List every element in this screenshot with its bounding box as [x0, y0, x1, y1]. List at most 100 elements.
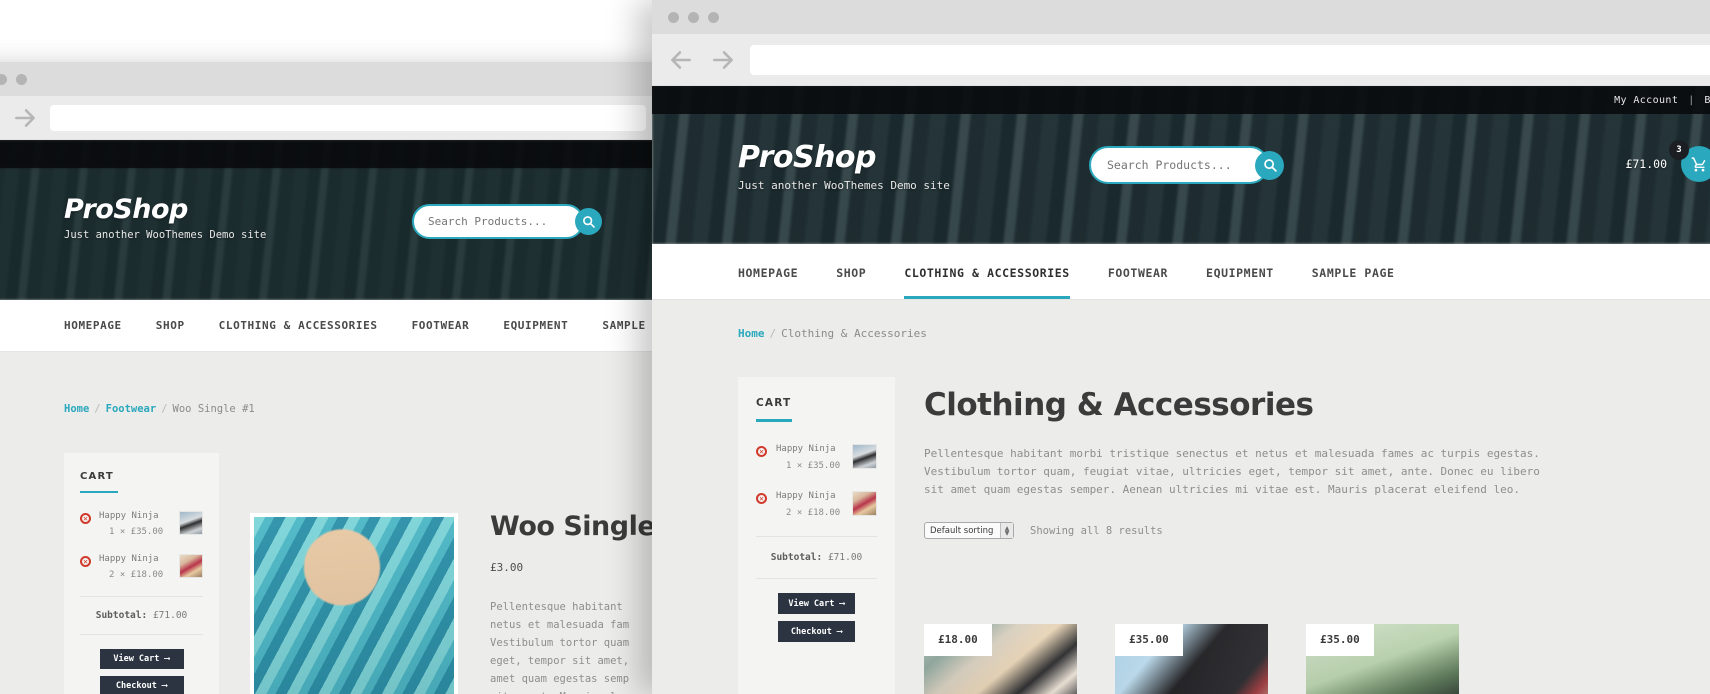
cart-divider [80, 634, 203, 635]
main-navigation-back[interactable]: HOMEPAGE SHOP CLOTHING & ACCESSORIES FOO… [0, 300, 660, 352]
cart-subtotal-label-back: Subtotal: [95, 610, 148, 621]
cart-divider [80, 596, 203, 597]
browser-window-front[interactable]: My Account | Blog ProShop Just another W… [652, 0, 1710, 694]
site-front: My Account | Blog ProShop Just another W… [652, 86, 1710, 694]
forward-arrow-icon[interactable] [708, 45, 738, 75]
product-title-back: Woo Single # [490, 511, 660, 542]
topbar-separator: | [1688, 94, 1695, 106]
maximize-window-dot[interactable] [16, 73, 27, 85]
browser-window-back[interactable]: ProShop Just another WooThemes Demo site… [0, 62, 660, 694]
cart-divider [756, 536, 877, 537]
maximize-window-dot[interactable] [708, 11, 719, 23]
category-content-front: Clothing & Accessories Pellentesque habi… [924, 386, 1710, 539]
site-back: ProShop Just another WooThemes Demo site… [0, 140, 660, 694]
forward-arrow-icon[interactable] [12, 105, 38, 131]
product-desc-line: netus et malesuada fam [490, 619, 630, 631]
product-desc-line: vitae est. Mauris plac [490, 688, 660, 694]
nav-item-equipment-back[interactable]: EQUIPMENT [503, 319, 568, 351]
remove-item-icon[interactable]: ✕ [756, 493, 767, 504]
nav-item-clothing-accessories-back[interactable]: CLOTHING & ACCESSORIES [219, 319, 378, 351]
mini-cart-front[interactable]: £71.00 3 [1625, 140, 1710, 182]
browser-toolbar-back [0, 96, 660, 140]
cart-item-thumbnail-front[interactable] [852, 491, 877, 516]
address-bar-front[interactable] [750, 44, 1710, 75]
nav-item-equipment-front[interactable]: EQUIPMENT [1206, 266, 1274, 299]
breadcrumb-item-home-back[interactable]: Home [64, 403, 89, 415]
remove-item-icon[interactable]: ✕ [80, 556, 91, 567]
remove-item-icon[interactable]: ✕ [756, 446, 767, 457]
cart-subtotal-front: Subtotal: £71.00 [756, 552, 877, 563]
site-header-front: My Account | Blog ProShop Just another W… [652, 86, 1710, 244]
cart-item-qty-front: 1 × £35.00 [786, 461, 841, 471]
product-card[interactable]: £18.00 [924, 624, 1077, 694]
cart-item-thumbnail-back[interactable] [179, 554, 203, 578]
product-desc-line: Vestibulum tortor quam [490, 637, 630, 649]
cart-item-thumbnail-back[interactable] [179, 511, 203, 535]
category-desc-line: Pellentesque habitant morbi tristique se… [924, 447, 1540, 460]
nav-item-shop-back[interactable]: SHOP [156, 319, 185, 351]
sorting-dropdown[interactable]: Default sorting ▲ ▼ [924, 522, 1014, 539]
category-title: Clothing & Accessories [924, 387, 1314, 423]
nav-item-homepage-back[interactable]: HOMEPAGE [64, 319, 122, 351]
site-brand-back[interactable]: ProShop Just another WooThemes Demo site [64, 195, 266, 243]
product-search-back[interactable] [412, 204, 602, 239]
search-input-front[interactable] [1107, 158, 1255, 172]
product-image-woo-single-1 [254, 517, 454, 694]
cart-item-name-back[interactable]: Happy Ninja [99, 554, 179, 564]
cart-item-qty-back: 1 × £35.00 [109, 527, 164, 537]
minimize-window-dot[interactable] [0, 73, 7, 85]
nav-item-sample-page-front[interactable]: SAMPLE PAGE [1312, 266, 1395, 299]
product-search-front[interactable] [1089, 146, 1284, 184]
cart-widget-back: CART ✕ Happy Ninja 1 × £35.00 ✕ Happy Ni… [64, 453, 219, 694]
my-account-link[interactable]: My Account [1614, 95, 1678, 106]
product-card[interactable]: £35.00 [1306, 624, 1459, 694]
product-description-back: Pellentesque habitant netus et malesuada… [490, 598, 660, 694]
breadcrumb-item-home-front[interactable]: Home [738, 327, 765, 340]
cart-widget-title-front: CART [756, 397, 792, 409]
main-navigation-front[interactable]: HOMEPAGE SHOP CLOTHING & ACCESSORIES FOO… [652, 244, 1710, 300]
view-cart-button-back[interactable]: View Cart ⟶ [99, 649, 184, 669]
mini-cart-total: £71.00 [1625, 157, 1667, 171]
nav-item-footwear-back[interactable]: FOOTWEAR [412, 319, 470, 351]
product-price: £35.00 [1129, 633, 1169, 646]
breadcrumb-item-footwear-back[interactable]: Footwear [106, 403, 157, 415]
view-cart-button-front[interactable]: View Cart ⟶ [778, 593, 855, 614]
nav-item-footwear-front[interactable]: FOOTWEAR [1108, 266, 1168, 299]
search-icon-back[interactable] [575, 208, 602, 235]
product-card[interactable]: £35.00 [1115, 624, 1268, 694]
cart-item-qty-back: 2 × £18.00 [109, 570, 164, 580]
cart-item-name-back[interactable]: Happy Ninja [99, 511, 179, 521]
cart-subtotal-back: Subtotal: £71.00 [80, 610, 203, 621]
cart-item-front: ✕ Happy Ninja 1 × £35.00 [756, 444, 877, 471]
close-window-dot[interactable] [668, 11, 679, 23]
category-desc-line: Vestibulum tortor quam, feugiat vitae, u… [924, 465, 1540, 478]
address-bar-back[interactable] [50, 104, 646, 131]
chevron-updown-icon[interactable]: ▲ ▼ [1000, 523, 1013, 538]
breadcrumb-back[interactable]: Home / Footwear / Woo Single #1 [64, 403, 255, 415]
nav-item-clothing-accessories-front[interactable]: CLOTHING & ACCESSORIES [904, 266, 1070, 299]
minimize-window-dot[interactable] [688, 11, 699, 23]
nav-item-homepage-front[interactable]: HOMEPAGE [738, 266, 798, 299]
checkout-button-front[interactable]: Checkout ⟶ [778, 621, 855, 642]
remove-item-icon[interactable]: ✕ [80, 513, 91, 524]
blog-link[interactable]: Blog [1704, 95, 1710, 106]
cart-item-name-front[interactable]: Happy Ninja [776, 444, 852, 454]
mini-cart-count-badge: 3 [1669, 140, 1689, 160]
cart-item-back: ✕ Happy Ninja 2 × £18.00 [80, 554, 203, 580]
cart-item-thumbnail-front[interactable] [852, 444, 877, 469]
category-description: Pellentesque habitant morbi tristique se… [924, 445, 1710, 499]
checkout-button-back[interactable]: Checkout ⟶ [99, 676, 184, 694]
site-header-back: ProShop Just another WooThemes Demo site [0, 140, 660, 300]
site-brand-front[interactable]: ProShop Just another WooThemes Demo site [738, 141, 950, 194]
back-arrow-icon[interactable] [666, 45, 696, 75]
search-input-back[interactable] [428, 215, 575, 228]
nav-item-shop-front[interactable]: SHOP [836, 266, 866, 299]
cart-item-back: ✕ Happy Ninja 1 × £35.00 [80, 511, 203, 537]
cart-item-name-front[interactable]: Happy Ninja [776, 491, 852, 501]
brand-tagline-front: Just another WooThemes Demo site [738, 179, 950, 192]
product-gallery-back[interactable] [250, 513, 458, 694]
breadcrumb-front[interactable]: Home / Clothing & Accessories [738, 327, 927, 340]
brand-tagline-back: Just another WooThemes Demo site [64, 229, 267, 241]
search-icon-front[interactable] [1255, 150, 1284, 180]
cart-widget-underline-back [80, 491, 118, 493]
